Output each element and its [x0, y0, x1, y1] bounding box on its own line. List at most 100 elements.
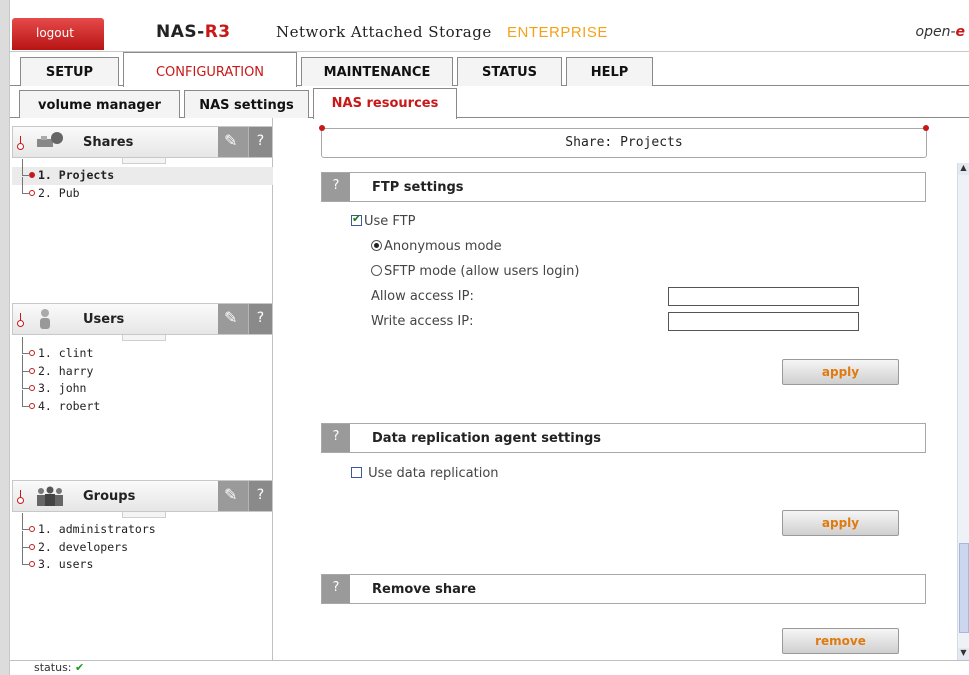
users-list: 1. clint 2. harry 3. john 4. robert: [12, 337, 273, 416]
user-item-label: 1. clint: [38, 346, 94, 360]
tab-configuration[interactable]: CONFIGURATION: [123, 52, 297, 87]
scroll-down-icon[interactable]: ▼: [958, 648, 969, 660]
tab-setup[interactable]: SETUP: [20, 57, 119, 86]
tab-status[interactable]: STATUS: [457, 57, 562, 86]
sub-tabs: volume manager NAS settings NAS resource…: [10, 86, 969, 119]
users-help-button[interactable]: ?: [248, 304, 272, 334]
resize-handle[interactable]: [122, 512, 166, 518]
scroll-up-icon[interactable]: ▲: [958, 163, 969, 175]
remove-share-header: ? Remove share: [321, 574, 926, 604]
user-item-robert[interactable]: 4. robert: [12, 389, 273, 416]
use-ftp-checkbox[interactable]: [351, 212, 362, 226]
wrench-icon[interactable]: ✎: [224, 308, 237, 327]
ftp-help-button[interactable]: ?: [322, 173, 350, 201]
shares-list: 1. Projects 2. Pub: [12, 159, 273, 203]
content-scrollbar[interactable]: ▲ ▼: [957, 163, 969, 660]
share-item-pub[interactable]: 2. Pub: [12, 176, 273, 203]
replication-apply-button[interactable]: apply: [782, 510, 899, 536]
check-icon: ✔: [75, 661, 85, 674]
sftp-mode-label: SFTP mode (allow users login): [384, 264, 580, 279]
write-access-ip-label: Write access IP:: [371, 314, 474, 329]
node-icon: [29, 172, 35, 178]
node-icon: [29, 385, 35, 391]
resize-handle[interactable]: [122, 158, 166, 164]
logout-button[interactable]: logout: [12, 18, 104, 50]
pin-icon: [17, 136, 24, 150]
remove-share-title: Remove share: [372, 582, 477, 597]
tab-help[interactable]: HELP: [566, 57, 653, 86]
groups-help-button[interactable]: ?: [248, 481, 272, 511]
share-detail-panel: Share: Projects ? FTP settings Use FTP A…: [275, 118, 957, 660]
shares-title: Shares: [83, 135, 134, 150]
edition-label: ENTERPRISE: [507, 24, 608, 41]
allow-access-ip-input[interactable]: [668, 287, 859, 306]
resize-handle[interactable]: [122, 335, 166, 341]
user-item-john[interactable]: 3. john: [12, 372, 273, 398]
subtab-nas-settings[interactable]: NAS settings: [184, 90, 309, 118]
sftp-mode-radio[interactable]: [371, 265, 382, 276]
replication-help-button[interactable]: ?: [322, 424, 350, 452]
node-icon: [29, 543, 35, 550]
groups-list: 1. administrators 2. developers 3. users: [12, 513, 273, 574]
vendor-logo: open-e: [916, 24, 966, 40]
ftp-settings-header: ? FTP settings: [321, 172, 926, 202]
remove-share-button[interactable]: remove: [782, 628, 899, 654]
groups-header: Groups ✎ ?: [12, 480, 273, 512]
header: logout NAS-R3 Network Attached Storage E…: [10, 14, 969, 52]
user-icon: [35, 308, 63, 330]
user-item-label: 2. harry: [38, 363, 94, 378]
node-icon: [29, 189, 35, 196]
group-icon: [35, 485, 63, 507]
sftp-mode-row: SFTP mode (allow users login): [371, 264, 579, 279]
shares-help-button[interactable]: ?: [248, 127, 272, 157]
write-access-ip-input[interactable]: [668, 312, 859, 331]
group-item-label: 2. developers: [38, 539, 129, 554]
scroll-thumb[interactable]: [959, 543, 969, 633]
share-item-label: 2. Pub: [38, 185, 80, 200]
subtab-nas-resources[interactable]: NAS resources: [313, 88, 457, 119]
replication-title: Data replication agent settings: [372, 431, 602, 446]
page: logout NAS-R3 Network Attached Storage E…: [0, 0, 969, 675]
group-item-label: 1. administrators: [38, 522, 156, 536]
use-ftp-label: Use FTP: [364, 214, 416, 229]
node-icon: [29, 350, 35, 356]
main-tabs: SETUP CONFIGURATION MAINTENANCE STATUS H…: [10, 52, 969, 87]
users-tools: ✎ ?: [218, 304, 272, 334]
groups-title: Groups: [83, 489, 136, 504]
ftp-apply-button[interactable]: apply: [782, 359, 899, 385]
use-replication-checkbox[interactable]: [351, 467, 362, 478]
anonymous-mode-label: Anonymous mode: [384, 239, 502, 254]
wrench-icon[interactable]: ✎: [224, 485, 237, 504]
group-item-label: 3. users: [38, 557, 94, 571]
group-item-administrators[interactable]: 1. administrators: [12, 513, 273, 539]
vendor-prefix: open-: [915, 24, 956, 40]
replication-header: ? Data replication agent settings: [321, 423, 926, 453]
share-item-label: 1. Projects: [38, 168, 115, 182]
remove-help-button[interactable]: ?: [322, 575, 350, 603]
use-replication-label: Use data replication: [368, 466, 499, 481]
vendor-suffix: e: [955, 24, 966, 40]
subtab-volume-manager[interactable]: volume manager: [19, 90, 180, 118]
node-icon: [29, 402, 35, 409]
shares-icon: [35, 131, 63, 153]
brand-main: NAS-: [156, 22, 205, 42]
use-replication-row: Use data replication: [351, 466, 499, 481]
user-item-clint[interactable]: 1. clint: [12, 337, 273, 363]
users-header: Users ✎ ?: [12, 303, 273, 335]
group-item-users[interactable]: 3. users: [12, 548, 273, 574]
anonymous-mode-row: Anonymous mode: [371, 239, 502, 254]
node-icon: [29, 526, 35, 532]
shares-tools: ✎ ?: [218, 127, 272, 157]
tab-maintenance[interactable]: MAINTENANCE: [301, 57, 453, 86]
share-item-projects[interactable]: 1. Projects: [12, 159, 273, 185]
status-bar: status: ✔: [10, 660, 969, 675]
anonymous-mode-radio[interactable]: [371, 240, 382, 251]
share-title: Share: Projects: [319, 125, 929, 158]
use-ftp-row: Use FTP: [351, 212, 416, 229]
user-item-label: 3. john: [38, 381, 87, 395]
wrench-icon[interactable]: ✎: [224, 131, 237, 150]
group-item-developers[interactable]: 2. developers: [12, 530, 273, 557]
user-item-harry[interactable]: 2. harry: [12, 354, 273, 381]
brand-accent: R3: [204, 22, 231, 42]
pin-icon: [17, 313, 24, 327]
